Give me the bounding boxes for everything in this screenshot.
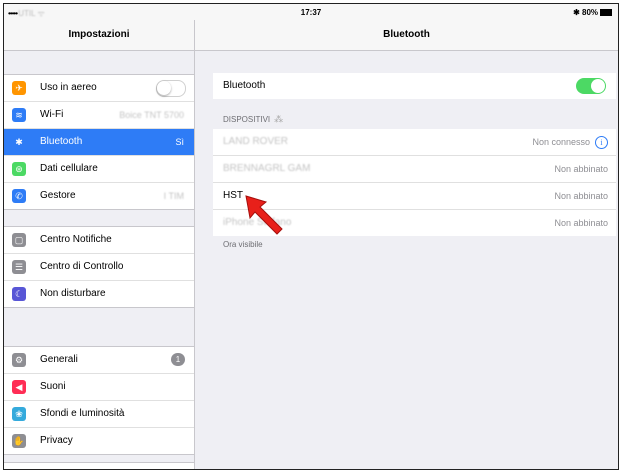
cellular-icon: ⊛ bbox=[12, 162, 26, 176]
sidebar-item-label: Bluetooth bbox=[40, 136, 83, 147]
update-badge: 1 bbox=[171, 353, 185, 366]
bluetooth-icon: ✱ bbox=[12, 135, 26, 149]
wallpaper-icon: ❀ bbox=[12, 407, 26, 421]
sidebar-item-value: Sì bbox=[175, 137, 184, 147]
sidebar-item-label: Non disturbare bbox=[40, 288, 106, 299]
wifi-icon: ≋ bbox=[12, 108, 26, 122]
sidebar-item-label: Centro Notifiche bbox=[40, 234, 112, 245]
clock: 17:37 bbox=[300, 8, 322, 17]
sidebar-group: ⚙ Generali 1 ◀ Suoni ❀ Sfondi e luminosità ✋ Pri… bbox=[4, 346, 194, 455]
sidebar-item-label: Wi-Fi bbox=[40, 109, 64, 120]
bluetooth-toggle[interactable] bbox=[576, 78, 606, 94]
sidebar-item-value: I TIM bbox=[163, 191, 184, 201]
sidebar-item-label: Uso in aereo bbox=[40, 82, 97, 93]
battery-icon bbox=[600, 9, 612, 17]
device-status: Non abbinato bbox=[554, 210, 608, 236]
device-status-text: Non connesso bbox=[532, 137, 590, 147]
device-name: HST bbox=[223, 190, 243, 201]
red-arrow-annotation bbox=[245, 195, 283, 235]
device-name: LAND ROVER bbox=[223, 136, 289, 147]
sidebar-item-label: Sfondi e luminosità bbox=[40, 408, 125, 419]
phone-icon: ✆ bbox=[12, 189, 26, 203]
device-row[interactable]: LAND ROVER Non connesso i bbox=[213, 129, 616, 156]
sidebar-item-centro-di-controllo[interactable]: ☰ Centro di Controllo bbox=[4, 254, 194, 281]
battery-indicator: ✱ 80% bbox=[573, 8, 612, 17]
sidebar-item-sfondi-e-luminosit-[interactable]: ❀ Sfondi e luminosità bbox=[4, 401, 194, 428]
toggle-knob bbox=[591, 79, 605, 93]
page-title: Bluetooth bbox=[195, 20, 618, 51]
sidebar-item-label: Centro di Controllo bbox=[40, 261, 124, 272]
sidebar-item-label: Generali bbox=[40, 354, 78, 365]
sidebar-item-label: Gestore bbox=[40, 190, 76, 201]
ipad-screen: ••••• UTIL ᯤ 17:37 ✱ 80% Impostazioni ✈ U… bbox=[3, 3, 619, 470]
visibility-note: Ora visibile bbox=[223, 240, 263, 249]
bluetooth-toggle-row[interactable]: Bluetooth bbox=[213, 73, 616, 99]
sidebar-item-suoni[interactable]: ◀ Suoni bbox=[4, 374, 194, 401]
sidebar-group: ☁iCloud bbox=[4, 462, 194, 469]
sidebar-title: Impostazioni bbox=[4, 20, 194, 51]
airplane-mode-toggle[interactable] bbox=[156, 80, 186, 97]
sidebar-group: ✈ Uso in aereo ≋ Wi-Fi Boice TNT 5700 ✱ Blueto… bbox=[4, 74, 194, 210]
sidebar-item-centro-notifiche[interactable]: ▢ Centro Notifiche bbox=[4, 227, 194, 254]
device-status-text: Non abbinato bbox=[554, 218, 608, 228]
sidebar-item-generali[interactable]: ⚙ Generali 1 bbox=[4, 347, 194, 374]
sidebar-item-dati-cellulare[interactable]: ⊛ Dati cellulare bbox=[4, 156, 194, 183]
device-name: BRENNAGRL GAM bbox=[223, 163, 311, 174]
sidebar-item-label: Dati cellulare bbox=[40, 163, 98, 174]
bluetooth-pane: Bluetooth Bluetooth DISPOSITIVI ⁂ LAND RO… bbox=[195, 20, 618, 469]
device-status: Non connesso i bbox=[532, 129, 608, 155]
bluetooth-toggle-card: Bluetooth bbox=[213, 73, 616, 99]
device-status-text: Non abbinato bbox=[554, 164, 608, 174]
notification-center-icon: ▢ bbox=[12, 233, 26, 247]
sidebar-item-label: Suoni bbox=[40, 381, 66, 392]
sound-icon: ◀ bbox=[12, 380, 26, 394]
control-center-icon: ☰ bbox=[12, 260, 26, 274]
bluetooth-toggle-label: Bluetooth bbox=[223, 80, 266, 91]
device-status: Non abbinato bbox=[554, 183, 608, 209]
sidebar-item-non-disturbare[interactable]: ☾ Non disturbare bbox=[4, 281, 194, 307]
status-bar: ••••• UTIL ᯤ 17:37 ✱ 80% bbox=[4, 4, 618, 20]
sidebar-item-wi-fi[interactable]: ≋ Wi-Fi Boice TNT 5700 bbox=[4, 102, 194, 129]
sidebar-item-gestore[interactable]: ✆ Gestore I TIM bbox=[4, 183, 194, 209]
devices-header: DISPOSITIVI ⁂ bbox=[223, 114, 284, 124]
sidebar-item-uso-in-aereo[interactable]: ✈ Uso in aereo bbox=[4, 75, 194, 102]
sidebar-item-icloud[interactable]: ☁iCloud bbox=[4, 463, 194, 469]
device-row[interactable]: BRENNAGRL GAM Non abbinato bbox=[213, 156, 616, 183]
sidebar-item-privacy[interactable]: ✋ Privacy bbox=[4, 428, 194, 454]
sidebar-item-bluetooth[interactable]: ✱ Bluetooth Sì bbox=[4, 129, 194, 156]
info-icon[interactable]: i bbox=[595, 136, 608, 150]
toggle-knob bbox=[157, 81, 171, 95]
sidebar-group: ▢ Centro Notifiche ☰ Centro di Controllo ☾ No… bbox=[4, 226, 194, 308]
sidebar-item-value: Boice TNT 5700 bbox=[119, 110, 184, 120]
gear-icon: ⚙ bbox=[12, 353, 26, 367]
airplane-icon: ✈ bbox=[12, 81, 26, 95]
device-status-text: Non abbinato bbox=[554, 191, 608, 201]
sidebar-item-label: Privacy bbox=[40, 435, 73, 446]
hand-icon: ✋ bbox=[12, 434, 26, 448]
spinner-icon: ⁂ bbox=[274, 114, 284, 124]
moon-icon: ☾ bbox=[12, 287, 26, 301]
settings-sidebar: Impostazioni ✈ Uso in aereo ≋ Wi-Fi Boice TN… bbox=[4, 20, 195, 469]
device-status: Non abbinato bbox=[554, 156, 608, 182]
